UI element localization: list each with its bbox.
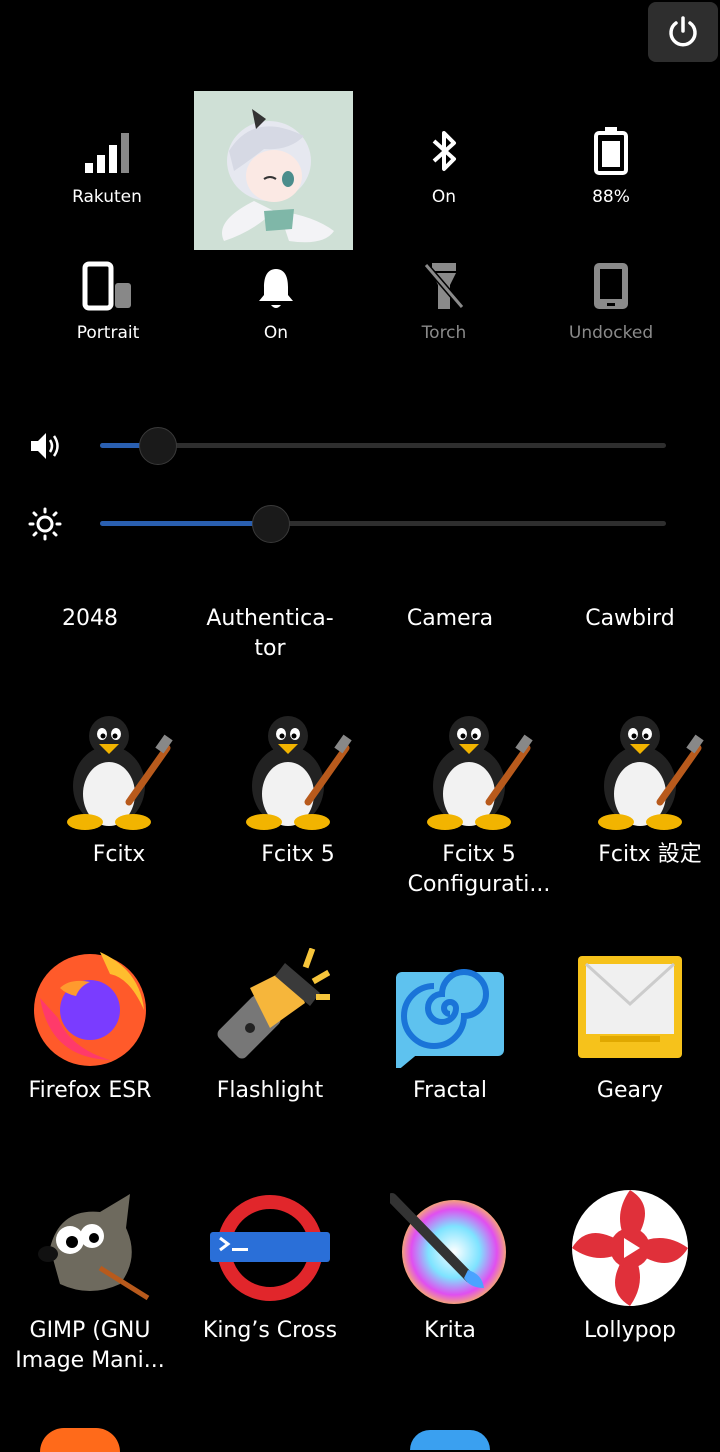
app-geary[interactable]: Geary: [540, 948, 720, 1106]
qs-rotation[interactable]: Portrait: [38, 259, 178, 343]
qs-battery-label: 88%: [592, 187, 630, 207]
app-label: King’s Cross: [202, 1318, 338, 1343]
brightness-slider[interactable]: [100, 505, 666, 543]
gimp-icon: [30, 1188, 150, 1308]
volume-icon[interactable]: [28, 429, 62, 463]
brightness-slider-fill: [100, 521, 270, 526]
brightness-slider-handle[interactable]: [251, 505, 290, 543]
app-label: 2048: [62, 606, 118, 631]
volume-slider-row: [0, 425, 720, 465]
geary-icon: [570, 948, 690, 1068]
app-fractal[interactable]: Fractal: [360, 948, 540, 1106]
app-flashlight[interactable]: Flashlight: [180, 947, 360, 1106]
qs-cellular-label: Rakuten: [72, 187, 142, 207]
app-krita[interactable]: Krita: [360, 1188, 540, 1346]
fcitx-penguin-icon: [238, 712, 358, 832]
app-label: Camera: [406, 606, 494, 631]
qs-bluetooth-label: On: [431, 187, 457, 207]
app-firefox-esr[interactable]: Firefox ESR: [0, 948, 180, 1106]
rotation-icon: [82, 261, 131, 311]
app-label: Fractal: [413, 1078, 487, 1103]
power-icon: [669, 16, 697, 47]
brightness-icon[interactable]: [28, 507, 62, 541]
app-label: GIMP (GNU Image Mani...: [15, 1318, 165, 1373]
signal-icon: [85, 133, 129, 173]
app-label: Fcitx: [92, 842, 146, 867]
app-authenticator[interactable]: Authentica- tor: [180, 604, 360, 664]
volume-slider[interactable]: [100, 427, 666, 465]
phone-icon: [594, 263, 628, 309]
app-camera[interactable]: Camera: [360, 604, 540, 634]
qs-rotation-label: Portrait: [76, 323, 140, 343]
fcitx-penguin-icon: [590, 712, 710, 832]
app-label: Fcitx 5: [261, 842, 335, 867]
app-label: Krita: [424, 1318, 476, 1343]
flashlight-icon: [210, 947, 331, 1068]
lollypop-icon: [570, 1188, 690, 1308]
battery-icon: [594, 127, 628, 175]
fractal-icon: [390, 948, 510, 1072]
fcitx-penguin-icon: [419, 712, 539, 832]
qs-cellular[interactable]: Rakuten: [37, 123, 177, 207]
qs-notifications[interactable]: On: [206, 259, 346, 343]
app-label: Fcitx 5 Configurati...: [407, 842, 551, 897]
user-avatar[interactable]: [194, 91, 353, 250]
qs-dock-label: Undocked: [568, 323, 654, 343]
bell-icon: [259, 269, 293, 308]
app-label: Authentica- tor: [206, 606, 334, 661]
qs-dock[interactable]: Undocked: [541, 259, 681, 343]
qs-torch[interactable]: Torch: [374, 259, 514, 343]
power-button[interactable]: [648, 2, 718, 62]
app-label: Cawbird: [585, 606, 675, 631]
app-kings-cross[interactable]: King’s Cross: [180, 1188, 360, 1346]
app-label: Firefox ESR: [28, 1078, 152, 1103]
qs-torch-label: Torch: [421, 323, 467, 343]
app-fcitx-settings[interactable]: Fcitx 設定: [560, 712, 720, 870]
qs-notifications-label: On: [263, 323, 289, 343]
fcitx-penguin-icon: [59, 712, 179, 832]
torch-off-icon: [423, 263, 465, 309]
app-icon-partial[interactable]: [410, 1430, 490, 1450]
qs-bluetooth[interactable]: On: [374, 123, 514, 207]
firefox-icon: [30, 948, 150, 1068]
anime-character-avatar-image: [194, 91, 353, 250]
app-gimp[interactable]: GIMP (GNU Image Mani...: [0, 1188, 180, 1376]
bluetooth-icon: [432, 131, 456, 171]
brightness-slider-row: [0, 503, 720, 543]
app-label: Geary: [596, 1078, 664, 1103]
app-icon-partial[interactable]: [40, 1428, 120, 1452]
app-label: Flashlight: [216, 1078, 324, 1103]
volume-slider-handle[interactable]: [138, 427, 177, 465]
kings-cross-icon: [210, 1188, 330, 1308]
app-cawbird[interactable]: Cawbird: [540, 604, 720, 634]
krita-icon: [387, 1188, 510, 1308]
app-label: Lollypop: [584, 1318, 676, 1343]
app-lollypop[interactable]: Lollypop: [540, 1188, 720, 1346]
app-fcitx5[interactable]: Fcitx 5: [208, 712, 388, 870]
app-2048[interactable]: 2048: [0, 604, 180, 634]
app-label: Fcitx 設定: [598, 842, 702, 867]
app-fcitx[interactable]: Fcitx: [29, 712, 209, 870]
qs-battery[interactable]: 88%: [541, 123, 681, 207]
app-fcitx5-configuration[interactable]: Fcitx 5 Configurati...: [389, 712, 569, 900]
